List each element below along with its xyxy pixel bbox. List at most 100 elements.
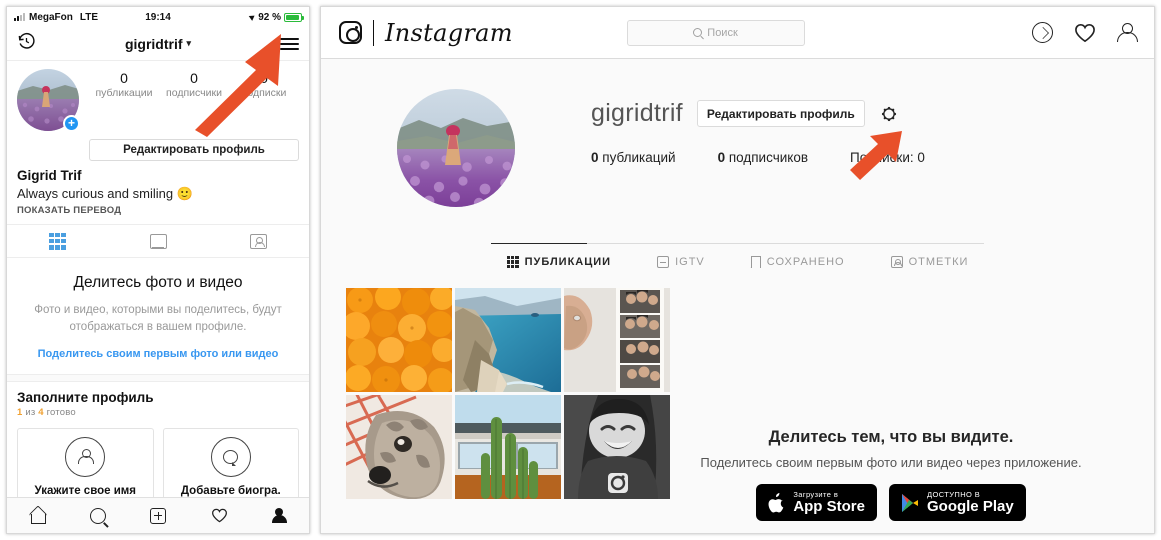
desktop-cta-block: Делитесь тем, что вы видите. Поделитесь … xyxy=(646,428,1136,521)
screenshot-stage: MegaFon LTE 19:14 92 % gigridtrif ▾ + 0 … xyxy=(0,0,1161,540)
heart-icon[interactable] xyxy=(211,508,228,523)
oranges-photo[interactable] xyxy=(346,288,452,392)
card-label: Добавьте биогра. xyxy=(180,485,281,497)
tab-label: ПУБЛИКАЦИИ xyxy=(524,256,612,268)
search-icon[interactable] xyxy=(90,507,107,524)
card-label: Укажите свое имя xyxy=(34,485,137,497)
desktop-edit-profile-button[interactable]: Редактировать профиль xyxy=(696,100,865,127)
mobile-bio-text: Always curious and smiling 🙂 xyxy=(17,186,193,201)
signal-bars-icon xyxy=(14,13,25,21)
photobooth-strip-photo[interactable] xyxy=(564,288,670,392)
tab-igtv[interactable]: IGTV xyxy=(657,256,705,278)
desktop-web-panel: Instagram Поиск gigridtrif Редактировать… xyxy=(320,6,1155,534)
google-play-icon xyxy=(901,493,919,513)
mobile-profile-tabs xyxy=(7,224,309,258)
stat-posts[interactable]: 0 публикации xyxy=(89,69,159,99)
desktop-avatar[interactable] xyxy=(397,89,515,207)
posts-count: 0 xyxy=(591,150,599,165)
desktop-profile-header: gigridtrif Редактировать профиль 0 публи… xyxy=(321,59,1154,207)
mobile-profile-header: + 0 публикации 0 подписчики 0 подписки xyxy=(7,61,309,135)
complete-profile-section: Заполните профиль 1 из 4 готово xyxy=(7,382,309,422)
home-icon[interactable] xyxy=(29,508,47,524)
mobile-bio-block: Gigrid Trif Always curious and smiling 🙂… xyxy=(7,161,309,224)
desktop-body: gigridtrif Редактировать профиль 0 публи… xyxy=(321,59,1154,533)
tab-posts[interactable]: ПУБЛИКАЦИИ xyxy=(506,256,612,278)
progress-total: 4 xyxy=(38,407,44,418)
person-filled-icon[interactable] xyxy=(271,507,287,524)
add-story-plus-badge[interactable]: + xyxy=(63,115,80,132)
mobile-avatar[interactable]: + xyxy=(17,69,80,132)
grid-icon xyxy=(48,232,66,250)
mobile-stats-row: 0 публикации 0 подписчики 0 подписки xyxy=(89,69,299,131)
badge-big-text: App Store xyxy=(793,497,865,515)
mobile-edit-profile-button[interactable]: Редактировать профиль xyxy=(89,139,299,161)
mobile-empty-state: Делитесь фото и видео Фото и видео, кото… xyxy=(7,258,309,374)
mobile-bottom-nav xyxy=(7,497,309,533)
desktop-stat-followers[interactable]: 0 подписчиков xyxy=(718,150,808,165)
tab-tagged[interactable]: ОТМЕТКИ xyxy=(890,256,969,278)
hamburger-menu-icon[interactable] xyxy=(279,37,299,50)
tab-label: СОХРАНЕНО xyxy=(766,256,845,268)
speech-bubble-icon xyxy=(210,437,251,477)
heart-icon[interactable] xyxy=(1074,23,1096,43)
coastline-photo[interactable] xyxy=(455,288,561,392)
followers-count: 0 xyxy=(717,150,726,165)
gear-icon[interactable] xyxy=(879,104,899,124)
stat-followers[interactable]: 0 подписчики xyxy=(159,69,229,99)
progress-done: 1 xyxy=(17,407,23,418)
mobile-tab-tagged[interactable] xyxy=(208,225,309,257)
person-icon[interactable] xyxy=(1116,22,1138,43)
card-add-bio[interactable]: Добавьте биогра. xyxy=(162,428,299,506)
tab-saved[interactable]: СОХРАНЕНО xyxy=(750,256,845,278)
app-store-badge[interactable]: Загрузите в App Store xyxy=(756,484,877,521)
desktop-stat-following[interactable]: Подписки: 0 xyxy=(850,150,925,165)
plus-square-icon[interactable] xyxy=(150,507,167,524)
stat-following[interactable]: 0 подписки xyxy=(229,69,299,99)
desktop-username: gigridtrif xyxy=(591,99,683,127)
desktop-stat-posts[interactable]: 0 публикаций xyxy=(591,150,676,165)
brand-wordmark: Instagram xyxy=(385,18,513,47)
complete-profile-cards: Укажите свое имя Добавьте биогра. xyxy=(7,422,309,506)
instagram-camera-icon xyxy=(339,21,362,44)
section-divider xyxy=(7,374,309,382)
mobile-full-name: Gigrid Trif xyxy=(17,168,82,183)
cactus-building-photo[interactable] xyxy=(455,395,561,499)
mobile-status-bar: MegaFon LTE 19:14 92 % xyxy=(7,7,309,27)
grid-icon xyxy=(506,256,519,268)
battery-percent-label: 92 % xyxy=(258,11,281,23)
desktop-header: Instagram Поиск xyxy=(321,7,1154,59)
mobile-show-translation-link[interactable]: ПОКАЗАТЬ ПЕРЕВОД xyxy=(17,205,299,216)
chevron-down-icon: ▾ xyxy=(186,38,192,48)
network-type-label: LTE xyxy=(79,11,99,23)
mobile-tab-grid[interactable] xyxy=(7,225,108,257)
history-clock-icon[interactable] xyxy=(17,32,36,56)
progress-of: из xyxy=(25,407,36,418)
card-set-name[interactable]: Укажите свое имя xyxy=(17,428,154,506)
desktop-avatar-column xyxy=(321,89,591,207)
person-outline-icon xyxy=(65,437,106,477)
mobile-username-title[interactable]: gigridtrif ▾ xyxy=(125,36,191,52)
mobile-tab-igtv[interactable] xyxy=(108,225,209,257)
igtv-icon xyxy=(657,256,670,268)
desktop-stats-row: 0 публикаций 0 подписчиков Подписки: 0 xyxy=(591,150,1154,165)
apple-logo-icon xyxy=(768,492,785,513)
share-first-photo-link[interactable]: Поделитесь своим первым фото или видео xyxy=(29,348,287,360)
desktop-username-row: gigridtrif Редактировать профиль xyxy=(591,99,1154,128)
tab-label: IGTV xyxy=(675,256,705,268)
carrier-label: MegaFon xyxy=(29,11,73,23)
google-play-badge[interactable]: ДОСТУПНО В Google Play xyxy=(888,484,1026,521)
bookmark-icon xyxy=(750,256,761,268)
badge-big-text: Google Play xyxy=(926,497,1014,515)
header-icon-group xyxy=(1031,22,1138,43)
brand-logo[interactable]: Instagram xyxy=(339,19,513,47)
empty-state-text: Фото и видео, которыми вы поделитесь, бу… xyxy=(34,304,282,333)
search-placeholder: Поиск xyxy=(707,26,738,39)
tab-label: ОТМЕТКИ xyxy=(908,256,969,268)
tv-icon xyxy=(149,233,167,249)
complete-profile-progress: 1 из 4 готово xyxy=(17,407,299,418)
complete-profile-title: Заполните профиль xyxy=(17,390,154,405)
search-input[interactable]: Поиск xyxy=(626,19,805,46)
mobile-app-panel: MegaFon LTE 19:14 92 % gigridtrif ▾ + 0 … xyxy=(6,6,310,534)
dog-photo[interactable] xyxy=(346,395,452,499)
compass-icon[interactable] xyxy=(1031,22,1053,43)
